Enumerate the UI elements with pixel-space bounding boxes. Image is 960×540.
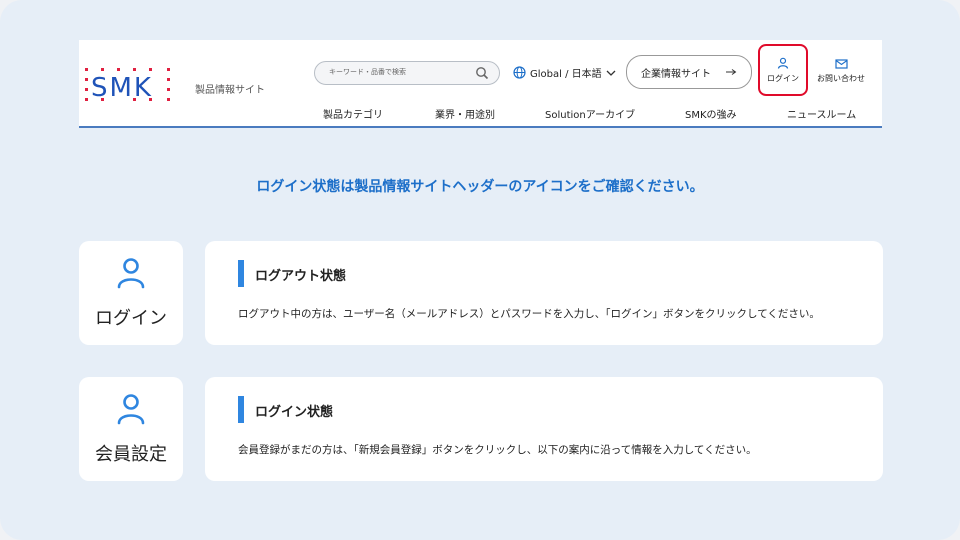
logo-text: SMK [91,73,153,102]
corporate-site-button[interactable]: 企業情報サイト [626,55,752,89]
user-icon [117,258,145,289]
language-label: Global / 日本語 [530,69,602,80]
site-header: SMK 製品情報サイト キーワード・品番で検索 Global / 日本語 企業情… [79,40,882,128]
title-accent-bar [238,396,244,423]
member-settings-icon-card: 会員設定 [79,377,183,481]
login-state-card: ログイン状態 会員登録がまだの方は、「新規会員登録」ボタンをクリックし、以下の案… [205,377,883,481]
nav-item-solution-archive[interactable]: Solutionアーカイブ [545,106,635,121]
arrow-right-icon [726,69,737,75]
page-headline: ログイン状態は製品情報サイトヘッダーのアイコンをご確認ください。 [256,179,704,195]
icon-card-label: 会員設定 [95,444,167,465]
site-subtitle: 製品情報サイト [195,85,265,96]
card-title: ログイン状態 [255,405,334,420]
globe-icon [513,66,526,79]
chevron-down-icon [606,70,616,76]
title-accent-bar [238,260,244,287]
icon-card-label: ログイン [95,308,167,329]
card-description: ログアウト中の方は、ユーザー名（メールアドレス）とパスワードを入力し、「ログイン… [238,308,820,320]
login-label: ログイン [767,73,799,83]
login-icon-card: ログイン [79,241,183,345]
search-input[interactable]: キーワード・品番で検索 [314,61,500,85]
page-background: SMK 製品情報サイト キーワード・品番で検索 Global / 日本語 企業情… [0,0,960,540]
card-title: ログアウト状態 [255,269,347,284]
mail-icon [834,58,848,69]
logout-state-card: ログアウト状態 ログアウト中の方は、ユーザー名（メールアドレス）とパスワードを入… [205,241,883,345]
language-selector[interactable]: Global / 日本語 [513,65,616,80]
nav-item-industry[interactable]: 業界・用途別 [435,106,495,121]
smk-logo[interactable]: SMK [85,68,173,102]
user-icon [777,57,789,69]
corporate-button-label: 企業情報サイト [641,68,711,80]
search-placeholder: キーワード・品番で検索 [329,68,406,76]
contact-label: お問い合わせ [817,73,865,83]
contact-button[interactable]: お問い合わせ [812,48,870,94]
card-description: 会員登録がまだの方は、「新規会員登録」ボタンをクリックし、以下の案内に沿って情報… [238,444,757,456]
login-button[interactable]: ログイン [758,44,808,96]
nav-item-product-category[interactable]: 製品カテゴリ [323,106,383,121]
nav-item-newsroom[interactable]: ニュースルーム [787,106,856,121]
search-icon[interactable] [475,66,489,80]
main-navigation: 製品カテゴリ 業界・用途別 Solutionアーカイブ SMKの強み ニュースル… [79,104,882,124]
user-icon [117,394,145,425]
nav-item-strengths[interactable]: SMKの強み [685,106,737,121]
